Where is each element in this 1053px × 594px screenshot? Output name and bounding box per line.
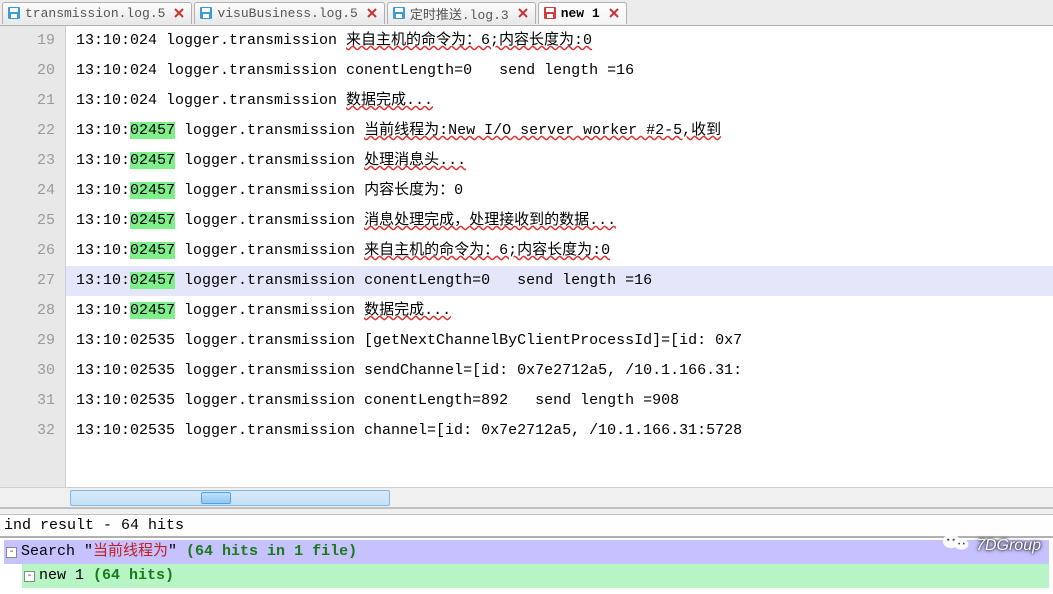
code-line[interactable]: 13:10:02457 logger.transmission 来自主机的命令为… xyxy=(66,236,1053,266)
log-message: 消息处理完成，处理接收到的数据... xyxy=(364,212,616,229)
tab-label: transmission.log.5 xyxy=(25,6,165,21)
search-highlight: 02457 xyxy=(130,152,175,169)
line-number: 31 xyxy=(0,386,55,416)
line-number-gutter: 1920212223242526272829303132 xyxy=(0,26,66,487)
search-highlight: 02457 xyxy=(130,182,175,199)
log-message: conentLength=892 send length =908 xyxy=(364,392,679,409)
search-term: 当前线程为 xyxy=(93,543,168,560)
tree-collapse-icon[interactable]: - xyxy=(24,571,35,582)
tab-label: 定时推送.log.3 xyxy=(410,4,509,23)
code-line[interactable]: 13:10:02535 logger.transmission conentLe… xyxy=(66,386,1053,416)
tab-3[interactable]: new 1 xyxy=(538,2,627,24)
horizontal-scrollbar[interactable] xyxy=(70,490,390,506)
line-number: 28 xyxy=(0,296,55,326)
tab-bar: transmission.log.5 visuBusiness.log.5 定时推送… xyxy=(0,0,1053,26)
tab-2[interactable]: 定时推送.log.3 xyxy=(387,2,536,24)
wechat-icon xyxy=(942,532,970,560)
code-line[interactable]: 13:10:02457 logger.transmission 当前线程为:Ne… xyxy=(66,116,1053,146)
save-disk-icon xyxy=(199,6,213,20)
search-highlight: 02457 xyxy=(130,212,175,229)
line-number: 26 xyxy=(0,236,55,266)
panel-divider[interactable] xyxy=(0,507,1053,515)
log-message: 来自主机的命令为：6;内容长度为:0 xyxy=(364,242,610,259)
scroll-spacer-left xyxy=(0,489,70,507)
code-line[interactable]: 13:10:02457 logger.transmission 处理消息头... xyxy=(66,146,1053,176)
code-line[interactable]: 13:10:02457 logger.transmission 消息处理完成，处… xyxy=(66,206,1053,236)
code-line[interactable]: 13:10:02535 logger.transmission channel=… xyxy=(66,416,1053,446)
line-number: 19 xyxy=(0,26,55,56)
close-icon[interactable] xyxy=(366,7,378,19)
search-prefix: Search " xyxy=(21,543,93,560)
code-area[interactable]: 13:10:024 logger.transmission 来自主机的命令为：6… xyxy=(66,26,1053,487)
code-line[interactable]: 13:10:024 logger.transmission conentLeng… xyxy=(66,56,1053,86)
line-number: 22 xyxy=(0,116,55,146)
line-number: 24 xyxy=(0,176,55,206)
code-line[interactable]: 13:10:024 logger.transmission 数据完成... xyxy=(66,86,1053,116)
search-highlight: 02457 xyxy=(130,122,175,139)
close-icon[interactable] xyxy=(608,7,620,19)
line-number: 21 xyxy=(0,86,55,116)
code-line[interactable]: 13:10:02535 logger.transmission [getNext… xyxy=(66,326,1053,356)
save-disk-icon xyxy=(543,6,557,20)
file-label: new 1 xyxy=(39,567,93,584)
log-message: 来自主机的命令为：6;内容长度为:0 xyxy=(346,32,592,49)
watermark: 7DGroup xyxy=(942,532,1041,560)
find-results-panel: ind result - 64 hits -Search "当前线程为" (64… xyxy=(0,515,1053,594)
horizontal-scrollbar-row xyxy=(0,487,1053,507)
log-message: channel=[id: 0x7e2712a5, /10.1.166.31:57… xyxy=(364,422,742,439)
find-results-tree: -Search "当前线程为" (64 hits in 1 file) -new… xyxy=(0,538,1053,594)
code-line[interactable]: 13:10:02535 logger.transmission sendChan… xyxy=(66,356,1053,386)
line-number: 30 xyxy=(0,356,55,386)
log-message: 内容长度为：0 xyxy=(364,182,463,199)
code-line[interactable]: 13:10:02457 logger.transmission conentLe… xyxy=(66,266,1053,296)
find-results-status: ind result - 64 hits xyxy=(0,515,1053,538)
log-message: conentLength=0 send length =16 xyxy=(346,62,634,79)
line-number: 23 xyxy=(0,146,55,176)
log-message: conentLength=0 send length =16 xyxy=(364,272,652,289)
save-disk-icon xyxy=(392,6,406,20)
search-highlight: 02457 xyxy=(130,272,175,289)
close-icon[interactable] xyxy=(517,7,529,19)
search-suffix: " xyxy=(168,543,186,560)
log-message: 当前线程为:New I/O server worker #2-5,收到 xyxy=(364,122,721,139)
log-message: 处理消息头... xyxy=(364,152,466,169)
search-highlight: 02457 xyxy=(130,242,175,259)
find-results-search-node[interactable]: -Search "当前线程为" (64 hits in 1 file) xyxy=(4,540,1049,564)
line-number: 32 xyxy=(0,416,55,446)
log-message: 数据完成... xyxy=(346,92,433,109)
tab-1[interactable]: visuBusiness.log.5 xyxy=(194,2,384,24)
log-message: [getNextChannelByClientProcessId]=[id: 0… xyxy=(364,332,742,349)
close-icon[interactable] xyxy=(173,7,185,19)
tab-0[interactable]: transmission.log.5 xyxy=(2,2,192,24)
log-message: 数据完成... xyxy=(364,302,451,319)
editor: 1920212223242526272829303132 13:10:024 l… xyxy=(0,26,1053,487)
log-message: sendChannel=[id: 0x7e2712a5, /10.1.166.3… xyxy=(364,362,742,379)
code-line[interactable]: 13:10:02457 logger.transmission 数据完成... xyxy=(66,296,1053,326)
code-line[interactable]: 13:10:024 logger.transmission 来自主机的命令为：6… xyxy=(66,26,1053,56)
line-number: 20 xyxy=(0,56,55,86)
file-hit-count: (64 hits) xyxy=(93,567,174,584)
search-highlight: 02457 xyxy=(130,302,175,319)
watermark-text: 7DGroup xyxy=(976,534,1041,558)
save-disk-icon xyxy=(7,6,21,20)
horizontal-scrollbar-thumb[interactable] xyxy=(201,492,231,504)
tree-collapse-icon[interactable]: - xyxy=(6,547,17,558)
search-hit-count: (64 hits in 1 file) xyxy=(186,543,357,560)
find-results-file-node[interactable]: -new 1 (64 hits) xyxy=(22,564,1049,588)
tab-label: visuBusiness.log.5 xyxy=(217,6,357,21)
line-number: 25 xyxy=(0,206,55,236)
tab-label: new 1 xyxy=(561,6,600,21)
line-number: 29 xyxy=(0,326,55,356)
line-number: 27 xyxy=(0,266,55,296)
code-line[interactable]: 13:10:02457 logger.transmission 内容长度为：0 xyxy=(66,176,1053,206)
